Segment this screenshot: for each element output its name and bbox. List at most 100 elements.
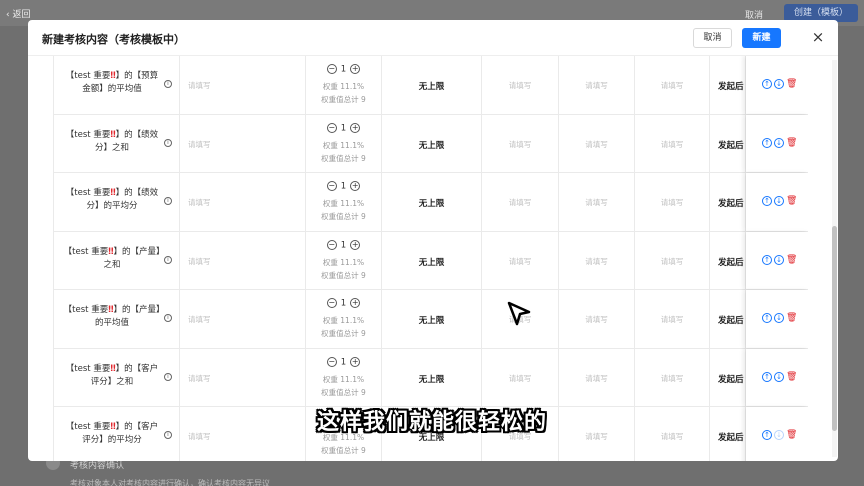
minus-circle-icon[interactable]: − (326, 181, 337, 191)
row-actions: ↑ ↓ 🗑 (762, 254, 797, 266)
row-actions: ↑ ↓ 🗑 (762, 137, 797, 149)
input-cell[interactable]: 请填写 (482, 114, 559, 172)
input-cell[interactable]: 请填写 (559, 231, 635, 289)
input-cell[interactable]: 请填写 (635, 173, 710, 231)
plus-circle-icon[interactable]: + (350, 239, 361, 250)
input-cell[interactable]: 请填写 (559, 290, 635, 348)
cancel-button[interactable]: 取消 (693, 28, 732, 48)
info-icon[interactable]: i (164, 372, 172, 381)
input-cell[interactable]: 请填写 (482, 348, 559, 406)
start-time-cell: 发起后 (710, 290, 746, 348)
input-cell[interactable]: 请填写 (559, 348, 635, 406)
input-cell[interactable]: 请填写 (635, 231, 710, 289)
weight-stepper: −1 + (306, 122, 381, 133)
row-actions: ↑ ↓ 🗑 (762, 79, 797, 90)
arrow-down-circle-icon[interactable]: ↓ (774, 79, 784, 89)
row-actions: ↑ ↓ 🗑 (762, 313, 797, 324)
plus-circle-icon[interactable]: + (350, 298, 361, 308)
input-cell[interactable]: 请填写 (635, 114, 710, 172)
limit-value: 无上限 (418, 316, 445, 326)
trash-icon[interactable]: 🗑 (786, 372, 797, 382)
weight-value[interactable]: 1 (341, 299, 346, 309)
arrow-up-circle-icon[interactable]: ↑ (762, 79, 772, 89)
placeholder-text: 请填写 (585, 139, 608, 149)
input-cell[interactable]: 请填写 (482, 173, 559, 231)
scrollbar-thumb[interactable] (832, 226, 837, 431)
arrow-up-circle-icon[interactable]: ↑ (762, 313, 772, 323)
input-cell[interactable]: 请填写 (482, 56, 559, 114)
input-cell[interactable]: 请填写 (180, 114, 306, 172)
start-time-value: 发起后 (718, 199, 744, 209)
trash-icon[interactable]: 🗑 (786, 196, 797, 206)
minus-circle-icon[interactable]: − (326, 239, 337, 250)
minus-circle-icon[interactable]: − (326, 298, 337, 308)
trash-icon[interactable]: 🗑 (786, 255, 797, 265)
weight-total: 权重值总计 9 (321, 387, 366, 397)
info-icon[interactable]: i (164, 80, 172, 88)
back-label: 返回 (12, 10, 31, 20)
plus-circle-icon[interactable]: + (350, 64, 361, 74)
start-time-cell: 发起后 (710, 231, 746, 289)
input-cell[interactable]: 请填写 (635, 290, 710, 348)
input-cell[interactable]: 请填写 (559, 56, 635, 114)
input-cell[interactable]: 请填写 (180, 231, 306, 289)
plus-circle-icon[interactable]: + (350, 122, 361, 133)
indicator-name: 【test 重要‼】的【产量】的平均值 (62, 304, 162, 330)
weight-value[interactable]: 1 (341, 65, 346, 75)
input-cell[interactable]: 请填写 (180, 56, 306, 114)
trash-icon[interactable]: 🗑 (786, 313, 797, 323)
modal-title: 新建考核内容（考核模板中） (42, 33, 185, 46)
arrow-down-circle-icon[interactable]: ↓ (774, 371, 784, 382)
input-cell[interactable]: 请填写 (180, 348, 306, 406)
placeholder-text: 请填写 (585, 81, 608, 90)
weight-cell: −1 + 权重 11.1% 权重值总计 9 (306, 290, 382, 348)
arrow-up-circle-icon[interactable]: ↑ (762, 371, 772, 382)
table-row: 【test 重要‼】的【绩效分】的平均分 i 请填写 −1 + 权重 11.1% … (53, 173, 808, 232)
indicator-name-prefix: 【test 重要 (63, 305, 109, 315)
info-icon[interactable]: i (164, 197, 172, 205)
arrow-down-circle-icon[interactable]: ↓ (774, 254, 784, 265)
info-icon[interactable]: i (164, 314, 172, 322)
weight-value[interactable]: 1 (341, 240, 346, 250)
indicator-name-prefix: 【test 重要 (65, 188, 111, 198)
plus-circle-icon[interactable]: + (350, 181, 361, 191)
placeholder-text: 请填写 (660, 198, 684, 207)
weight-value[interactable]: 1 (341, 357, 346, 367)
indicator-name: 【test 重要‼】的【客户评分】之和 (62, 363, 162, 389)
scrollbar[interactable] (832, 60, 837, 457)
input-cell[interactable]: 请填写 (559, 173, 635, 231)
arrow-up-circle-icon[interactable]: ↑ (762, 137, 772, 148)
placeholder-text: 请填写 (660, 139, 684, 149)
back-link[interactable]: ‹ 返回 (6, 7, 30, 20)
weight-percent: 权重 11.1% (322, 257, 365, 267)
input-cell[interactable]: 请填写 (559, 114, 635, 172)
plus-circle-icon[interactable]: + (350, 356, 361, 367)
indicator-name-prefix: 【test 重要 (63, 246, 109, 257)
trash-icon[interactable]: 🗑 (786, 79, 797, 89)
arrow-down-circle-icon[interactable]: ↓ (774, 196, 784, 206)
input-cell[interactable]: 请填写 (635, 56, 710, 114)
placeholder-text: 请填写 (188, 81, 211, 90)
weight-cell: −1 + 权重 11.1% 权重值总计 9 (306, 348, 382, 406)
minus-circle-icon[interactable]: − (326, 356, 337, 367)
close-icon[interactable]: × (810, 29, 826, 45)
arrow-down-circle-icon[interactable]: ↓ (774, 137, 784, 148)
start-time-value: 发起后 (718, 374, 744, 385)
arrow-up-circle-icon[interactable]: ↑ (762, 254, 772, 265)
input-cell[interactable]: 请填写 (180, 290, 306, 348)
minus-circle-icon[interactable]: − (326, 122, 337, 133)
arrow-up-circle-icon[interactable]: ↑ (762, 196, 772, 206)
input-cell[interactable]: 请填写 (482, 231, 559, 289)
minus-circle-icon[interactable]: − (326, 64, 337, 74)
weight-value[interactable]: 1 (341, 123, 346, 133)
weight-total: 权重值总计 9 (321, 212, 366, 221)
arrow-down-circle-icon[interactable]: ↓ (774, 313, 784, 323)
info-icon[interactable]: i (164, 138, 172, 147)
weight-value[interactable]: 1 (341, 182, 346, 192)
info-icon[interactable]: i (164, 255, 172, 264)
weight-percent: 权重 11.1% (322, 199, 365, 208)
trash-icon[interactable]: 🗑 (786, 138, 797, 148)
input-cell[interactable]: 请填写 (635, 348, 710, 406)
new-button[interactable]: 新建 (742, 28, 781, 48)
input-cell[interactable]: 请填写 (180, 173, 306, 231)
